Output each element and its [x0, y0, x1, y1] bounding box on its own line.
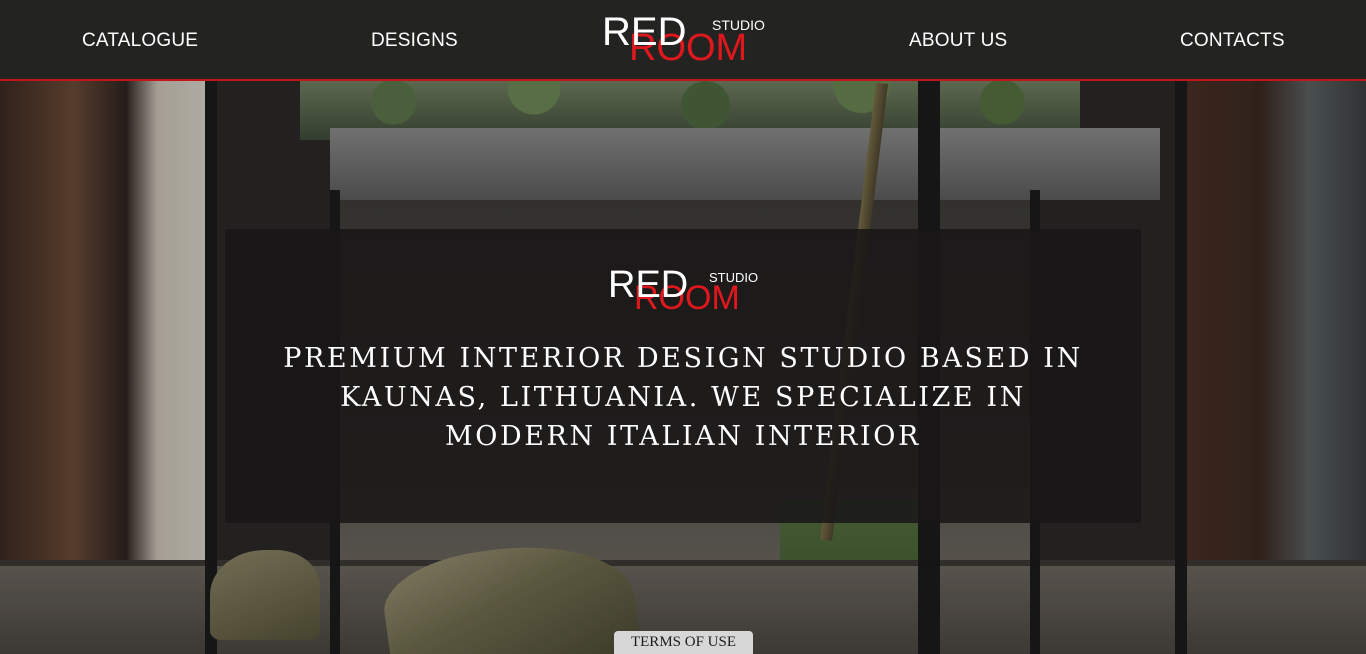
hero-logo: ROOM RED STUDIO — [608, 264, 760, 315]
terms-of-use-link[interactable]: TERMS OF USE — [614, 631, 753, 654]
logo-word-red: RED — [602, 10, 687, 54]
nav-link-contacts[interactable]: CONTACTS — [1180, 30, 1285, 52]
nav-link-catalogue[interactable]: CATALOGUE — [82, 30, 198, 52]
nav-link-about-us[interactable]: ABOUT US — [909, 30, 1007, 52]
nav-link-designs[interactable]: DESIGNS — [371, 30, 458, 52]
hero-tagline: PREMIUM INTERIOR DESIGN STUDIO BASED IN … — [283, 343, 1083, 452]
header-logo[interactable]: ROOM RED STUDIO — [602, 10, 767, 67]
logo-word-red: RED — [608, 264, 689, 306]
